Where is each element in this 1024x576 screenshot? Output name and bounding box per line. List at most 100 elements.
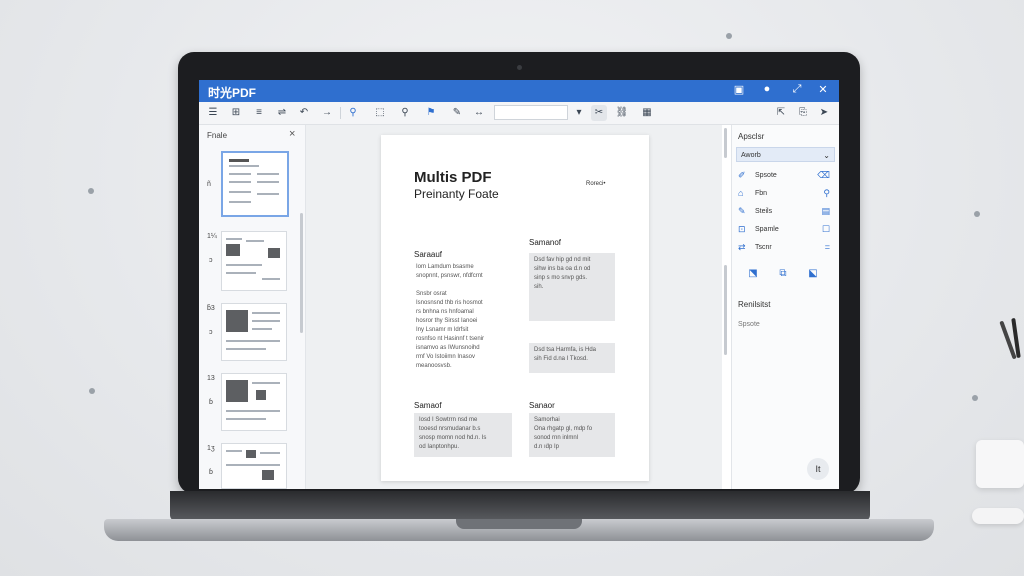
page-thumbnail[interactable] <box>221 151 289 217</box>
outline-icon[interactable]: ⇌ <box>274 105 290 121</box>
section-body: Iom Lamdum bsasme snopnnt, psnswr, nfdfc… <box>416 264 485 369</box>
pen-icon: ✐ <box>738 170 746 180</box>
section-heading: Samanof <box>529 238 562 247</box>
table-icon[interactable]: ▦ <box>639 105 655 121</box>
expand-icon[interactable]: ⤢ <box>789 83 805 96</box>
close-panel-icon[interactable]: × <box>289 128 295 140</box>
link-icon[interactable]: ⛓ <box>614 105 630 121</box>
tool-label: Spsote <box>755 172 777 179</box>
document-canvas: Multis PDF Preinanty Foate Roreci• Saraa… <box>306 125 722 489</box>
tag-icon: ⌂ <box>738 188 744 198</box>
tool-label: Steils <box>755 208 773 215</box>
edit-icon: ✎ <box>738 206 746 216</box>
tool-label: Tscnr <box>755 244 772 251</box>
properties-panel: Apsclsr Aworb ⌄ ✐ Spsote ⌫ ⌂ Fbn ⚲ ✎ Ste… <box>731 125 839 489</box>
section-heading: Sanaor <box>529 401 555 410</box>
tool-item[interactable]: ✎ Steils ▤ <box>738 206 834 220</box>
laptop-hinge <box>170 491 870 521</box>
next-icon[interactable]: → <box>319 105 335 121</box>
search-blue-icon[interactable]: ⚲ <box>345 105 361 121</box>
tool-item[interactable]: ✐ Spsote ⌫ <box>738 170 834 184</box>
page-thumbnail[interactable] <box>221 443 287 489</box>
page-sub: ɔ <box>209 257 213 264</box>
page-sub: ɔ <box>209 329 213 336</box>
export-icon[interactable]: ⇱ <box>773 105 789 121</box>
pointer-icon[interactable]: ➤ <box>816 105 832 121</box>
app-title: 时光PDF <box>208 86 257 100</box>
wall-dot <box>974 211 980 217</box>
frame-icon[interactable]: ☐ <box>822 224 830 235</box>
wall-dot <box>726 33 732 39</box>
text-box: Iosd I Sowtrrn nsd me tooesd nrsmudanar … <box>414 413 512 457</box>
lines-icon[interactable]: = <box>825 242 830 252</box>
search-icon[interactable]: ⚲ <box>823 188 830 199</box>
record-icon[interactable]: ● <box>759 83 775 95</box>
trash-icon[interactable]: ⌫ <box>817 170 830 181</box>
doc-title: Multis PDF <box>414 169 492 186</box>
panel-title: Fnale <box>207 131 228 140</box>
toolbar-divider <box>340 107 341 119</box>
crop-icon[interactable]: ⬚ <box>372 105 388 121</box>
swap-icon: ⇄ <box>738 242 746 252</box>
text-box: Dsd tsa Harmfa, is Hda sih Fid d.na I Tk… <box>529 343 615 373</box>
page-number: 1ʒ <box>207 445 215 452</box>
canvas-scrollbar[interactable] <box>724 265 727 355</box>
page-thumbnail[interactable] <box>221 373 287 431</box>
page-thumbnail[interactable] <box>221 303 287 361</box>
chevron-down-icon: ⌄ <box>823 151 830 160</box>
thumbnail-scrollbar[interactable] <box>300 213 303 333</box>
tool-label: Fbn <box>755 190 768 197</box>
wall-dot <box>972 395 978 401</box>
panel-title: Apsclsr <box>738 132 765 141</box>
page-number: 13 <box>207 375 215 382</box>
stamp-icon: ⊡ <box>738 224 746 234</box>
corner-label: Roreci• <box>586 181 606 187</box>
webcam <box>517 65 522 70</box>
section-subtext: Spsote <box>738 321 760 328</box>
insert-page-icon[interactable]: ⬔ <box>746 268 760 282</box>
split-page-icon[interactable]: ⧉ <box>776 268 790 282</box>
text-box: Dsd fav hip gd nd mit sihw ins ba oa d.n… <box>529 253 615 321</box>
section-heading: Renilsitst <box>738 300 771 309</box>
page-number: ƃ3 <box>207 305 215 312</box>
list-icon[interactable]: ≡ <box>251 105 267 121</box>
floating-action-button[interactable]: It <box>807 458 829 480</box>
arrows-icon[interactable]: ↔ <box>471 105 487 121</box>
page-number: ñ <box>207 181 211 188</box>
zoom-input[interactable] <box>494 105 568 120</box>
app-window: 时光PDF ▣ ● ⤢ ✕ ☰ ⊞ ≡ ⇌ ↶ → ⚲ ⬚ ⚲ ⚑ ✎ ↔ ▾ … <box>199 80 839 489</box>
magnify-icon[interactable]: ⚲ <box>397 105 413 121</box>
page-sub: ɓ <box>209 399 213 406</box>
tool-item[interactable]: ⌂ Fbn ⚲ <box>738 188 834 202</box>
doc-subtitle: Preinanty Foate <box>414 187 499 201</box>
pencil-cup <box>976 440 1024 488</box>
document-page: Multis PDF Preinanty Foate Roreci• Saraa… <box>381 135 649 481</box>
mode-select-value: Aworb <box>741 152 761 159</box>
dropdown-icon[interactable]: ▾ <box>571 105 587 121</box>
share-icon[interactable]: ⎘ <box>795 105 811 121</box>
wall-dot <box>88 188 94 194</box>
section-heading: Saraauf <box>414 250 443 259</box>
highlight-icon[interactable]: ✂ <box>591 105 607 121</box>
panel-icon[interactable]: ▣ <box>731 83 747 96</box>
wall-dot <box>89 388 95 394</box>
grid-icon[interactable]: ⊞ <box>228 105 244 121</box>
section-heading: Samaof <box>414 401 442 410</box>
menu-icon[interactable]: ☰ <box>205 105 221 121</box>
rotate-page-icon[interactable]: ⬕ <box>806 268 820 282</box>
undo-icon[interactable]: ↶ <box>296 105 312 121</box>
toolbar: ☰ ⊞ ≡ ⇌ ↶ → ⚲ ⬚ ⚲ ⚑ ✎ ↔ ▾ ✂ ⛓ ▦ ⇱ ⎘ ➤ <box>199 102 839 125</box>
canvas-scrollbar[interactable] <box>724 128 727 158</box>
desk-tray <box>972 508 1024 524</box>
tool-item[interactable]: ⇄ Tscnr = <box>738 242 834 256</box>
doc-icon[interactable]: ▤ <box>821 206 830 217</box>
text-box: Samorhai Ona rhgatp gl, mdp fo sonod rnn… <box>529 413 615 457</box>
mode-select[interactable]: Aworb ⌄ <box>736 147 835 162</box>
tool-label: Spamle <box>755 226 779 233</box>
page-thumbnail[interactable] <box>221 231 287 291</box>
pen-icon[interactable]: ✎ <box>449 105 465 121</box>
close-icon[interactable]: ✕ <box>815 83 831 96</box>
page-number: 1¼ <box>207 233 217 240</box>
tool-item[interactable]: ⊡ Spamle ☐ <box>738 224 834 238</box>
flag-icon[interactable]: ⚑ <box>423 105 439 121</box>
